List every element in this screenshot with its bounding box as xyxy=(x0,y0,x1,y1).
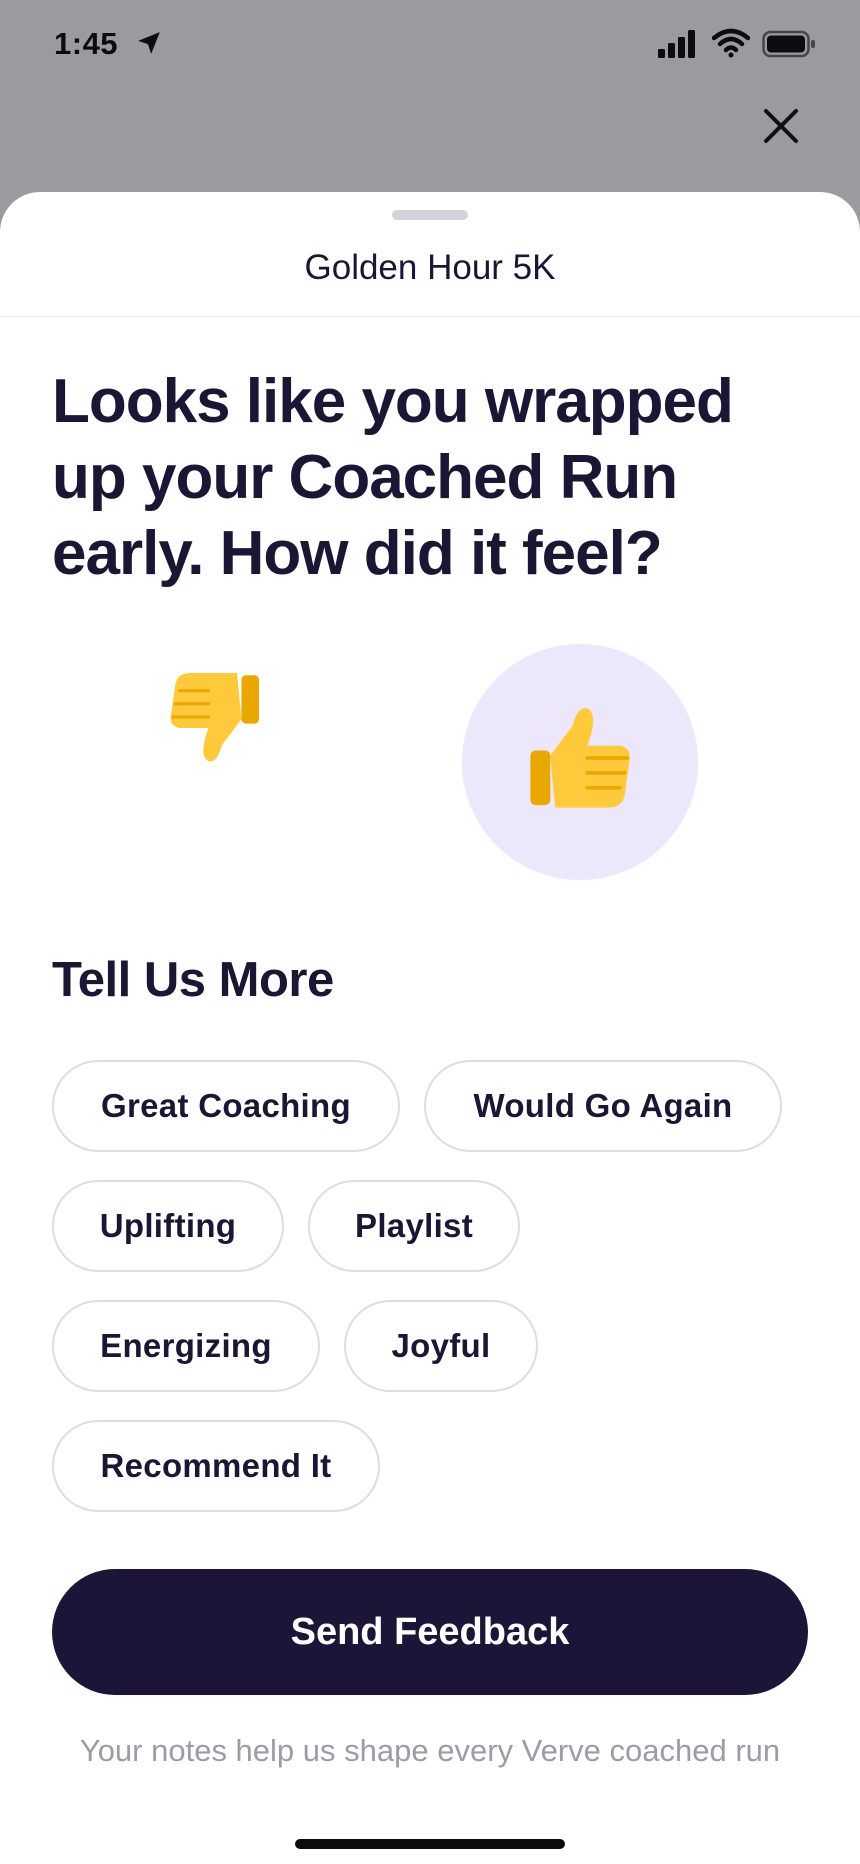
thumbs-up-button[interactable] xyxy=(462,644,698,880)
footnote: Your notes help us shape every Verve coa… xyxy=(79,1733,781,1768)
cellular-signal-icon xyxy=(658,30,695,58)
chip-uplifting[interactable]: Uplifting xyxy=(52,1180,284,1272)
chip-playlist[interactable]: Playlist xyxy=(308,1180,520,1272)
status-bar: 1:45 xyxy=(0,0,860,100)
headline: Looks like you wrapped up your Coached R… xyxy=(52,367,734,588)
chip-great-coaching[interactable]: Great Coaching xyxy=(52,1060,400,1152)
chip-energizing[interactable]: Energizing xyxy=(52,1300,320,1392)
chip-joyful[interactable]: Joyful xyxy=(344,1300,538,1392)
location-arrow-icon xyxy=(138,32,160,54)
thumbs-down-icon xyxy=(170,673,259,762)
feedback-sheet: Golden Hour 5K Looks like you wrapped up… xyxy=(0,192,860,1864)
status-time: 1:45 xyxy=(54,26,119,61)
send-feedback-button[interactable]: Send Feedback xyxy=(52,1569,808,1695)
header-divider xyxy=(0,316,860,317)
sheet-grabber[interactable] xyxy=(392,210,468,220)
home-indicator xyxy=(295,1839,565,1849)
chip-recommend-it[interactable]: Recommend It xyxy=(52,1420,380,1512)
thumbs-up-icon xyxy=(530,708,631,808)
wifi-icon xyxy=(712,28,750,58)
tell-us-more-title: Tell Us More xyxy=(52,953,334,1007)
chip-would-go-again[interactable]: Would Go Again xyxy=(424,1060,782,1152)
battery-icon xyxy=(762,30,815,58)
sheet-title: Golden Hour 5K xyxy=(304,248,556,287)
thumbs-down-button[interactable] xyxy=(120,622,310,812)
close-icon[interactable] xyxy=(760,105,802,147)
